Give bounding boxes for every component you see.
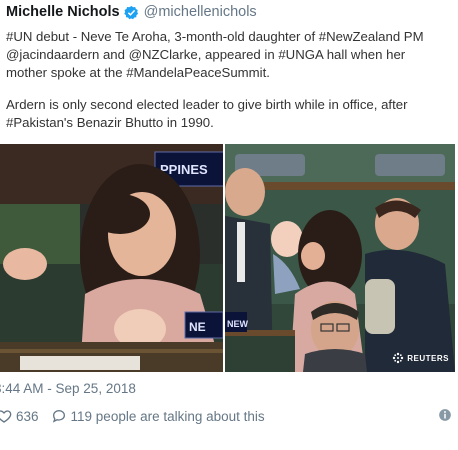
- tweet-actions: 636 119 people are talking about this: [0, 405, 458, 427]
- tweet-header: Michelle Nichols @michellenichols: [6, 2, 257, 22]
- country-sign-desk: NE: [189, 320, 206, 334]
- reuters-logo-icon: [393, 352, 404, 364]
- tweet-text-paragraph-1: #UN debut - Neve Te Aroha, 3-month-old d…: [6, 29, 424, 80]
- reuters-watermark: REUTERS: [392, 352, 449, 364]
- photo-ardern-with-baby[interactable]: PPINES NE: [0, 144, 223, 372]
- info-button[interactable]: [438, 408, 452, 425]
- photo-ardern-clarke-delegates[interactable]: NEW REUTERS: [225, 144, 455, 372]
- author-handle[interactable]: @michellenichols: [144, 4, 257, 20]
- tweet-media: PPINES NE NEW REUTERS: [0, 144, 455, 372]
- tweet-timestamp[interactable]: 3:44 AM - Sep 25, 2018: [0, 381, 136, 396]
- country-sign-right: NEW: [227, 319, 249, 329]
- embedded-tweet: Michelle Nichols @michellenichols #UN de…: [0, 0, 458, 450]
- author-name[interactable]: Michelle Nichols: [6, 4, 120, 20]
- speech-bubble-icon: [52, 409, 65, 423]
- conversation-label: 119 people are talking about this: [70, 408, 265, 424]
- heart-icon: [0, 410, 12, 423]
- like-count: 636: [16, 408, 39, 424]
- tweet-text-paragraph-2: Ardern is only second elected leader to …: [6, 97, 408, 130]
- tweet-text: #UN debut - Neve Te Aroha, 3-month-old d…: [6, 28, 446, 146]
- verified-badge-icon: [123, 5, 139, 20]
- info-icon: [439, 409, 451, 421]
- conversation-link[interactable]: 119 people are talking about this: [51, 408, 265, 424]
- reuters-label: REUTERS: [407, 353, 449, 363]
- like-button[interactable]: 636: [0, 408, 39, 424]
